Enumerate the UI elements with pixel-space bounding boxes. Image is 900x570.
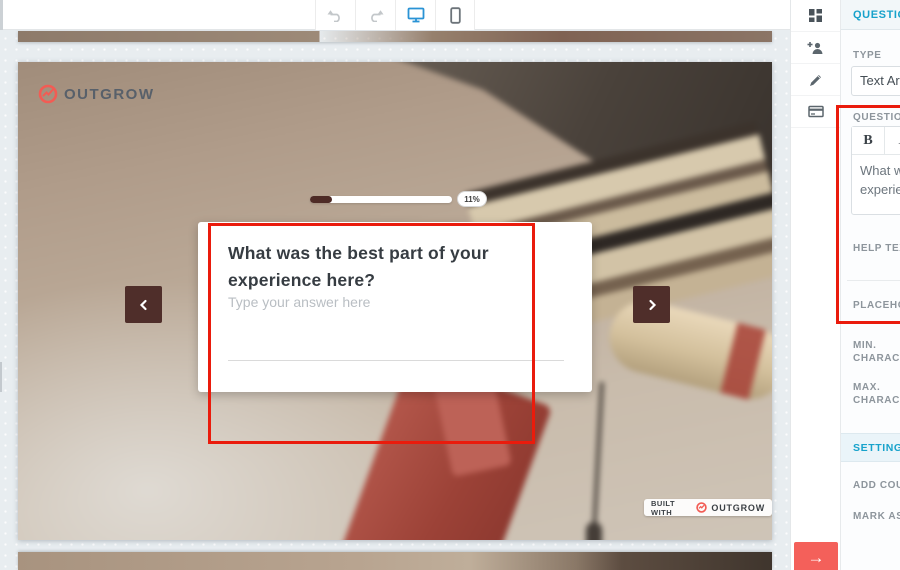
left-scrollbar-segment[interactable] xyxy=(0,362,2,392)
tassel-tuft-shape xyxy=(586,522,602,540)
question-settings-panel: QUESTIONS TYPE Text Area QUESTION B I Wh… xyxy=(840,0,900,570)
question-editor-box: B I What was the best part of your exper… xyxy=(851,126,900,215)
left-scrollbar-segment-top[interactable] xyxy=(0,0,3,30)
question-editor-input[interactable]: What was the best part of your experienc… xyxy=(852,155,900,207)
progress-bar xyxy=(310,196,452,203)
credit-card-icon xyxy=(808,105,824,118)
tab-questions[interactable]: QUESTIONS xyxy=(841,0,900,30)
answer-placeholder: Type your answer here xyxy=(228,294,370,310)
next-screen-preview[interactable] xyxy=(18,552,772,570)
mark-as-required-label: MARK AS REQUIRED xyxy=(853,511,900,522)
outgrow-badge-icon xyxy=(696,502,707,513)
next-question-button[interactable] xyxy=(633,286,670,323)
built-with-label: BUILT WITH xyxy=(651,499,692,517)
quiz-preview-canvas: OUTGROW 11% What was the best part of yo… xyxy=(18,62,772,540)
help-text-label: HELP TEXT xyxy=(853,243,900,254)
bold-button[interactable]: B xyxy=(852,127,885,154)
previous-screen-preview[interactable] xyxy=(18,31,772,42)
previous-question-button[interactable] xyxy=(125,286,162,323)
progress-bar-fill xyxy=(310,196,332,203)
mobile-icon xyxy=(450,7,461,24)
placeholder-label: PLACEHOLDER TEXT xyxy=(853,300,900,311)
question-card: What was the best part of your experienc… xyxy=(198,222,592,392)
min-characters-label: MIN. CHARACTERS xyxy=(853,340,900,365)
builder-workspace: OUTGROW 11% What was the best part of yo… xyxy=(0,0,790,570)
panel-divider xyxy=(847,280,900,281)
desktop-icon xyxy=(407,7,425,23)
max-characters-label: MAX. CHARACTERS xyxy=(853,382,900,407)
redo-button[interactable] xyxy=(355,0,395,30)
type-label: TYPE xyxy=(853,50,882,61)
italic-button[interactable]: I xyxy=(885,127,900,154)
question-type-value: Text Area xyxy=(860,73,900,88)
built-with-outgrow-badge[interactable]: BUILT WITH OUTGROW xyxy=(644,499,772,516)
pencil-icon xyxy=(809,73,823,87)
preview-toolbar xyxy=(0,0,790,30)
chevron-right-icon xyxy=(646,299,658,311)
settings-section-header: SETTINGS xyxy=(841,433,900,462)
undo-icon xyxy=(327,9,344,22)
add-person-icon xyxy=(807,41,824,55)
rail-item-add-person[interactable] xyxy=(791,32,840,64)
question-label: QUESTION xyxy=(853,112,900,123)
rail-item-billing[interactable] xyxy=(791,96,840,128)
rail-item-edit[interactable] xyxy=(791,64,840,96)
outgrow-logo-icon xyxy=(38,84,58,104)
mobile-view-toggle[interactable] xyxy=(435,0,475,30)
chevron-left-icon xyxy=(138,299,150,311)
progress-percent-badge: 11% xyxy=(457,191,487,207)
outgrow-logo-text: OUTGROW xyxy=(64,86,155,103)
rail-item-layout[interactable] xyxy=(791,0,840,32)
question-type-select[interactable]: Text Area xyxy=(851,66,900,96)
undo-button[interactable] xyxy=(315,0,355,30)
panel-next-button[interactable]: → xyxy=(794,542,838,570)
question-text: What was the best part of your experienc… xyxy=(228,240,564,294)
builder-icon-rail: → xyxy=(790,0,840,570)
desktop-view-toggle[interactable] xyxy=(395,0,435,30)
built-with-brand: OUTGROW xyxy=(711,503,765,513)
redo-icon xyxy=(367,9,384,22)
answer-input[interactable]: Type your answer here xyxy=(228,294,564,362)
add-counter-label: ADD COUNTER xyxy=(853,480,900,491)
editor-format-bar: B I xyxy=(852,127,900,155)
layout-blocks-icon xyxy=(808,8,823,23)
outgrow-logo: OUTGROW xyxy=(38,84,155,104)
answer-input-underline xyxy=(228,360,564,361)
